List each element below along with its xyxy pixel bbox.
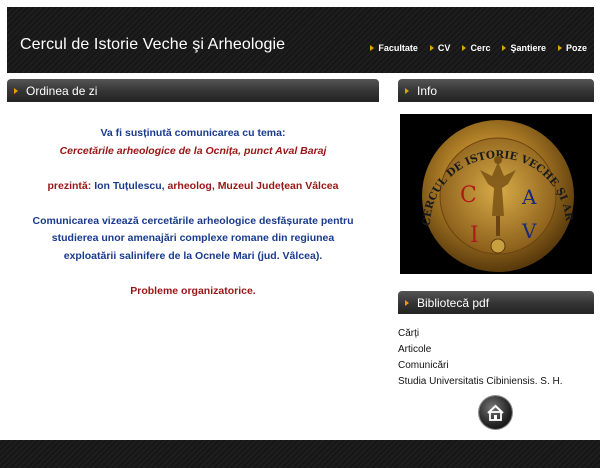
nav-item-facultate[interactable]: Facultate xyxy=(370,43,418,53)
library-link-comunicari[interactable]: Comunicări xyxy=(398,358,563,374)
library-panel-header: Bibliotecă pdf xyxy=(398,291,594,314)
home-icon xyxy=(487,404,504,421)
agenda-intro: Va fi susținută comunicarea cu tema: xyxy=(100,127,286,139)
nav-label: CV xyxy=(437,43,451,53)
site-footer xyxy=(0,440,600,468)
info-panel-header: Info xyxy=(398,79,594,102)
library-link-carti[interactable]: Cărți xyxy=(398,326,563,342)
nav-label: Poze xyxy=(565,43,587,53)
logo-letter-c: C xyxy=(460,183,477,208)
arrow-right-icon xyxy=(370,45,375,51)
agenda-description-line: Comunicarea vizează cercetările arheolog… xyxy=(32,214,354,227)
agenda-topic: Cercetările arheologice de la Ocnița, pu… xyxy=(59,144,327,157)
club-logo: CERCUL DE ISTORIE VECHE ŞI ARHEOLOGIE "V… xyxy=(400,114,592,274)
nav-label: Facultate xyxy=(378,43,418,53)
main-nav: Facultate CV Cerc Şantiere Poze xyxy=(358,43,587,53)
presenter-label: prezintă: xyxy=(47,179,92,192)
logo-letter-v: V xyxy=(521,219,537,243)
site-header: Cercul de Istorie Veche şi Arheologie Fa… xyxy=(7,7,594,73)
logo-letter-a: A xyxy=(521,185,537,209)
arrow-right-icon xyxy=(405,87,409,94)
arrow-right-icon xyxy=(429,45,434,51)
library-link-studia[interactable]: Studia Universitatis Cibiniensis. S. H. xyxy=(398,374,563,390)
nav-item-santiere[interactable]: Şantiere xyxy=(502,43,546,53)
agenda-closing: Probleme organizatorice. xyxy=(130,284,256,297)
nav-label: Şantiere xyxy=(510,43,546,53)
presenter-name: Ion Tuțulescu, xyxy=(94,179,165,192)
nav-item-poze[interactable]: Poze xyxy=(557,43,587,53)
agenda-description-line: studierea unor amenajări complexe romane… xyxy=(51,232,335,244)
agenda-heading: Ordinea de zi xyxy=(26,83,98,98)
agenda-presenter: prezintă: Ion Tuțulescu, arheolog, Muzeu… xyxy=(7,178,379,196)
home-button[interactable] xyxy=(479,396,512,429)
nav-item-cerc[interactable]: Cerc xyxy=(462,43,490,53)
arrow-right-icon xyxy=(405,299,409,306)
agenda-content: Va fi susținută comunicarea cu tema: Cer… xyxy=(7,125,379,300)
agenda-description-line: exploatării salinifere de la Ocnele Mari… xyxy=(63,249,323,262)
presenter-institution: Muzeul Județean Vâlcea xyxy=(217,179,339,192)
arrow-right-icon xyxy=(462,45,467,51)
nav-item-cv[interactable]: CV xyxy=(429,43,451,53)
info-heading: Info xyxy=(417,83,438,98)
agenda-panel-header: Ordinea de zi xyxy=(7,79,379,102)
arrow-right-icon xyxy=(14,87,18,94)
library-list: Cărți Articole Comunicări Studia Univers… xyxy=(398,326,563,390)
library-heading: Bibliotecă pdf xyxy=(417,295,490,310)
presenter-role: arheolog, xyxy=(167,179,215,192)
library-link-articole[interactable]: Articole xyxy=(398,342,563,358)
logo-letter-i: I xyxy=(470,223,479,248)
site-title[interactable]: Cercul de Istorie Veche şi Arheologie xyxy=(20,36,285,54)
arrow-right-icon xyxy=(502,45,507,51)
arrow-right-icon xyxy=(557,45,562,51)
nav-label: Cerc xyxy=(470,43,491,53)
club-logo-coin: CERCUL DE ISTORIE VECHE ŞI ARHEOLOGIE "V… xyxy=(400,114,575,272)
